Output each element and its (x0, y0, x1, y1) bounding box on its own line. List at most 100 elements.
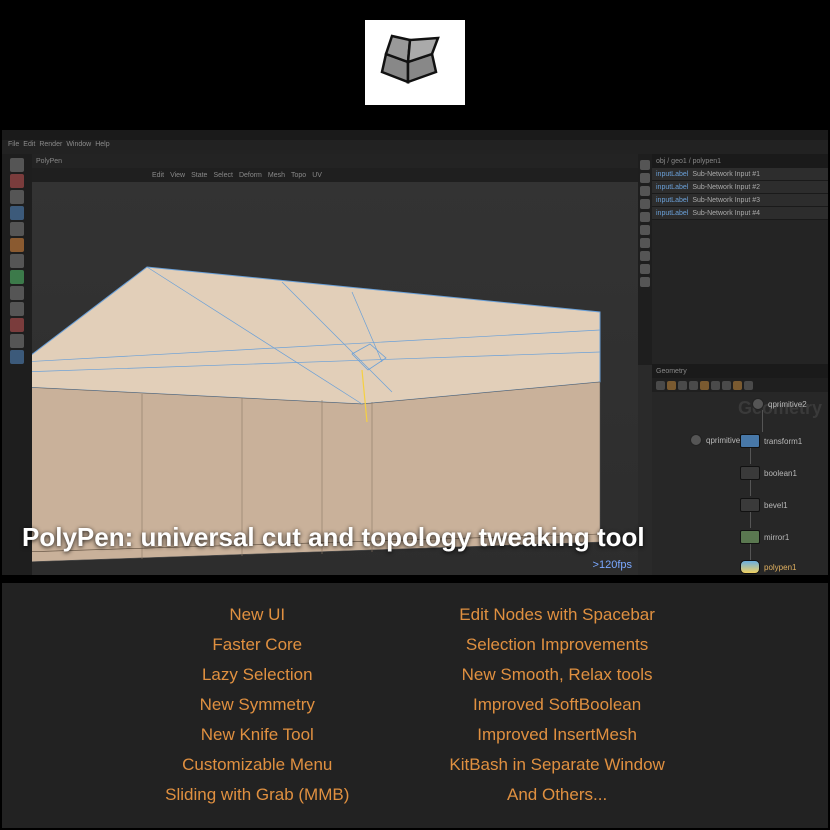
feature-item: New Knife Tool (201, 725, 314, 745)
node-label: boolean1 (764, 469, 797, 478)
feature-item: Selection Improvements (466, 635, 648, 655)
net-tool-icon[interactable] (667, 381, 676, 390)
param-row[interactable]: inputLabel Sub-Network Input #1 (652, 168, 828, 181)
viewport[interactable]: PolyPen Edit View State Select Deform Me… (32, 154, 638, 575)
feature-item: KitBash in Separate Window (449, 755, 664, 775)
net-tool-icon[interactable] (744, 381, 753, 390)
param-tabs[interactable]: obj / geo1 / polypen1 (652, 154, 828, 168)
network-pane: Geometry Geometry (652, 364, 828, 575)
menu-item[interactable]: File (8, 141, 19, 148)
tool-icon[interactable] (640, 199, 650, 209)
tool-icon[interactable] (10, 254, 24, 268)
tool-icon[interactable] (10, 270, 24, 284)
feature-column-right: Edit Nodes with Spacebar Selection Impro… (449, 605, 664, 828)
banner (0, 0, 830, 125)
feature-item: Improved SoftBoolean (473, 695, 641, 715)
feature-item: Faster Core (212, 635, 302, 655)
tool-icon[interactable] (640, 212, 650, 222)
tool-icon[interactable] (640, 173, 650, 183)
tool-icon[interactable] (10, 302, 24, 316)
feature-item: Customizable Menu (182, 755, 332, 775)
vp-menu-item[interactable]: Mesh (268, 172, 285, 179)
wire (750, 542, 751, 560)
menu-item[interactable]: Window (66, 141, 91, 148)
tool-icon[interactable] (640, 277, 650, 287)
param-val: Sub-Network Input #4 (692, 210, 760, 217)
node[interactable]: bevel1 (740, 498, 788, 512)
tool-icon[interactable] (640, 160, 650, 170)
net-tool-icon[interactable] (656, 381, 665, 390)
network-canvas[interactable]: Geometry qprimitive2 qprimitive1 (652, 392, 828, 575)
net-tool-icon[interactable] (689, 381, 698, 390)
node-icon (752, 398, 764, 410)
param-row[interactable]: inputLabel Sub-Network Input #4 (652, 207, 828, 220)
vp-menu-item[interactable]: UV (312, 172, 322, 179)
tool-icon[interactable] (640, 238, 650, 248)
tool-icon[interactable] (10, 334, 24, 348)
node[interactable]: mirror1 (740, 530, 789, 544)
tool-icon[interactable] (10, 286, 24, 300)
network-header[interactable]: Geometry (652, 364, 828, 378)
node[interactable]: boolean1 (740, 466, 797, 480)
root: File Edit Render Window Help Poly (0, 0, 830, 830)
vp-menu-item[interactable]: Select (213, 172, 232, 179)
left-toolbar (2, 154, 32, 575)
feature-item: New Symmetry (200, 695, 315, 715)
viewport-tab[interactable]: PolyPen (36, 158, 62, 165)
parameter-pane: obj / geo1 / polypen1 inputLabel Sub-Net… (652, 154, 828, 364)
wire (750, 446, 751, 464)
param-key: inputLabel (656, 197, 688, 204)
net-tool-icon[interactable] (722, 381, 731, 390)
node[interactable]: transform1 (740, 434, 802, 448)
node[interactable]: qprimitive1 (690, 434, 745, 446)
param-row[interactable]: inputLabel Sub-Network Input #2 (652, 181, 828, 194)
tool-icon[interactable] (10, 190, 24, 204)
viewport-tabbar[interactable]: PolyPen (32, 154, 638, 168)
net-tool-icon[interactable] (700, 381, 709, 390)
vp-menu-item[interactable]: Edit (152, 172, 164, 179)
tool-icon[interactable] (640, 186, 650, 196)
vp-menu-item[interactable]: State (191, 172, 207, 179)
menu-item[interactable]: Render (39, 141, 62, 148)
menu-item[interactable]: Help (95, 141, 109, 148)
feature-column-left: New UI Faster Core Lazy Selection New Sy… (165, 605, 349, 828)
node-label: mirror1 (764, 533, 789, 542)
tool-icon[interactable] (640, 251, 650, 261)
feature-item: New Smooth, Relax tools (462, 665, 653, 685)
param-key: inputLabel (656, 171, 688, 178)
viewport-content[interactable]: >120fps (32, 182, 638, 575)
tool-icon[interactable] (640, 264, 650, 274)
tool-icon[interactable] (10, 350, 24, 364)
network-toolbar[interactable] (652, 378, 828, 392)
vp-menu-item[interactable]: Topo (291, 172, 306, 179)
tool-icon[interactable] (10, 174, 24, 188)
vp-menu-item[interactable]: View (170, 172, 185, 179)
tool-icon[interactable] (640, 225, 650, 235)
wire (762, 410, 763, 432)
net-tool-icon[interactable] (678, 381, 687, 390)
tool-icon[interactable] (10, 238, 24, 252)
tool-icon[interactable] (10, 318, 24, 332)
net-tool-icon[interactable] (733, 381, 742, 390)
menu-item[interactable]: Edit (23, 141, 35, 148)
app-menubar[interactable]: File Edit Render Window Help (2, 140, 828, 155)
node-icon (740, 434, 760, 448)
node[interactable]: qprimitive2 (752, 398, 807, 410)
node-label: transform1 (764, 437, 802, 446)
node[interactable]: polypen1 (740, 560, 796, 574)
window-titlebar (2, 130, 828, 140)
feature-list: New UI Faster Core Lazy Selection New Sy… (2, 583, 828, 828)
param-row[interactable]: inputLabel Sub-Network Input #3 (652, 194, 828, 207)
feature-item: And Others... (507, 785, 607, 805)
tool-icon[interactable] (10, 158, 24, 172)
param-key: inputLabel (656, 210, 688, 217)
feature-item: New UI (229, 605, 285, 625)
net-tool-icon[interactable] (711, 381, 720, 390)
param-path[interactable]: obj / geo1 / polypen1 (656, 158, 721, 165)
tool-icon[interactable] (10, 206, 24, 220)
feature-item: Sliding with Grab (MMB) (165, 785, 349, 805)
viewport-menu[interactable]: Edit View State Select Deform Mesh Topo … (32, 168, 638, 182)
network-title: Geometry (656, 368, 687, 375)
tool-icon[interactable] (10, 222, 24, 236)
vp-menu-item[interactable]: Deform (239, 172, 262, 179)
